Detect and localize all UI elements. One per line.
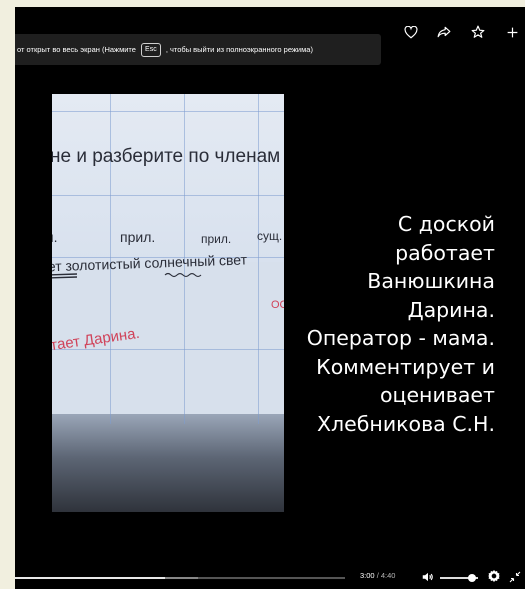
duration: 4:40	[380, 571, 396, 580]
fullscreen-notice-text-end: , чтобы выйти из полноэкранного режима)	[165, 45, 313, 54]
fullscreen-notice-text-start: от открыт во весь экран (Нажмите	[17, 45, 136, 54]
board-pos-1: п.	[52, 229, 58, 245]
caption-line: С доской	[397, 212, 495, 236]
caption-line: Оператор - мама.	[306, 326, 495, 350]
player-controls: 3:00 / 4:40	[15, 567, 525, 589]
board-pos-3: прил.	[201, 232, 232, 246]
caption-line: оценивает	[379, 383, 495, 407]
board-underlines	[52, 272, 202, 279]
video-player[interactable]: от открыт во весь экран (Нажмите Esc , ч…	[15, 7, 525, 589]
time-display: 3:00 / 4:40	[360, 571, 395, 580]
caption-line: Ванюшкина	[367, 269, 495, 293]
volume-icon[interactable]	[421, 570, 435, 584]
board-line-task: не и разберите по членам предл	[52, 146, 284, 167]
esc-key-badge: Esc	[141, 43, 161, 58]
exit-fullscreen-icon[interactable]	[509, 570, 521, 583]
board-pos-2: прил.	[120, 229, 156, 245]
current-time: 3:00	[360, 571, 375, 580]
video-caption: С доской работает Ванюшкина Дарина. Опер…	[255, 210, 495, 438]
caption-line: Комментирует и	[316, 354, 495, 379]
fullscreen-notice: от открыт во весь экран (Нажмите Esc , ч…	[15, 34, 381, 65]
heart-icon[interactable]	[401, 22, 421, 42]
share-icon[interactable]	[434, 22, 454, 42]
caption-line: Дарина.	[407, 297, 495, 322]
video-frame: не и разберите по членам предл п. прил. …	[52, 94, 284, 512]
volume-knob[interactable]	[468, 574, 477, 582]
star-icon[interactable]	[468, 22, 488, 42]
settings-gear-icon[interactable]	[487, 569, 501, 583]
progress-played	[15, 577, 165, 579]
caption-line: работает	[395, 240, 495, 265]
plus-icon[interactable]	[502, 22, 522, 42]
caption-line: Хлебникова С.Н.	[317, 411, 495, 436]
